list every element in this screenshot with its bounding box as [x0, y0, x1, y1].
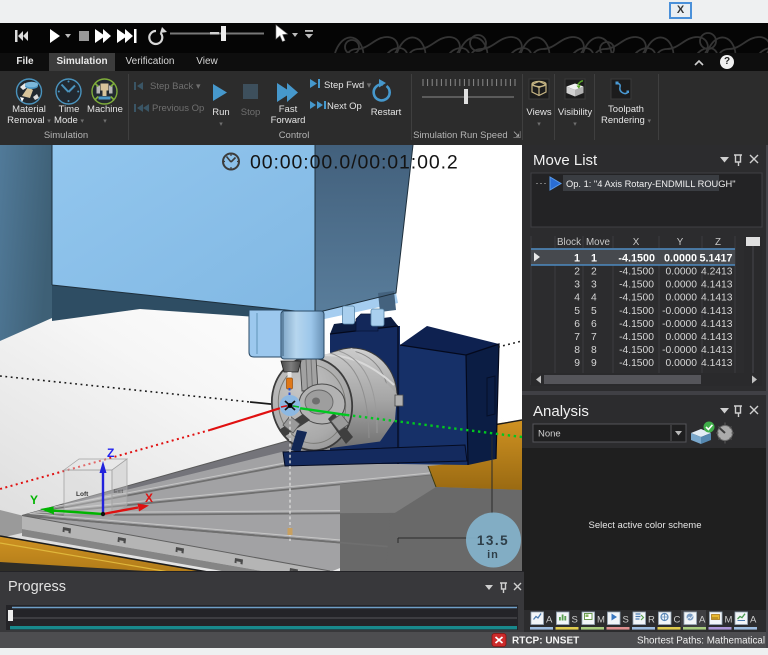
svg-text:-4.1500: -4.1500 [618, 253, 655, 265]
svg-text:5.1417: 5.1417 [699, 253, 732, 265]
svg-text:2: 2 [574, 267, 580, 278]
svg-text:8: 8 [574, 345, 580, 356]
svg-text:-0.0000: -0.0000 [662, 319, 697, 330]
svg-text:7: 7 [574, 332, 580, 343]
svg-text:S: S [572, 615, 578, 626]
svg-text:4.1413: 4.1413 [701, 319, 733, 330]
svg-text:7: 7 [591, 332, 597, 343]
svg-text:-4.1500: -4.1500 [619, 306, 654, 317]
svg-text:4: 4 [591, 293, 597, 304]
svg-text:A: A [699, 615, 706, 626]
svg-text:-0.0000: -0.0000 [662, 345, 697, 356]
svg-text:1: 1 [591, 253, 597, 265]
svg-text:4.1413: 4.1413 [701, 280, 733, 291]
svg-text:5: 5 [574, 306, 580, 317]
svg-text:A: A [546, 615, 553, 626]
svg-text:Loft: Loft [76, 491, 89, 498]
svg-text:-4.1500: -4.1500 [619, 267, 654, 278]
svg-text:C: C [674, 615, 681, 626]
svg-text:-0.0000: -0.0000 [662, 306, 697, 317]
svg-text:Y: Y [30, 493, 38, 507]
svg-text:4.1413: 4.1413 [701, 358, 733, 369]
svg-text:6: 6 [591, 319, 597, 330]
svg-text:0.0000: 0.0000 [664, 253, 697, 265]
svg-text:Shortest Paths: Mathematical: Shortest Paths: Mathematical [637, 636, 765, 647]
svg-text:Y: Y [677, 237, 684, 248]
svg-text:M: M [725, 615, 733, 626]
svg-text:Z: Z [107, 446, 114, 460]
svg-text:0.0000: 0.0000 [666, 267, 698, 278]
svg-text:9: 9 [574, 358, 580, 369]
svg-text:4.1413: 4.1413 [701, 306, 733, 317]
svg-text:Op. 1: "4 Axis Rotary-ENDMILL: Op. 1: "4 Axis Rotary-ENDMILL ROUGH" [566, 179, 736, 189]
svg-text:Select active color scheme: Select active color scheme [589, 520, 702, 531]
svg-text:1: 1 [574, 253, 580, 265]
svg-text:Block: Block [557, 237, 581, 248]
svg-text:Exit: Exit [114, 489, 124, 495]
svg-text:-4.1500: -4.1500 [619, 358, 654, 369]
svg-text:4.1413: 4.1413 [701, 293, 733, 304]
svg-text:2: 2 [591, 267, 597, 278]
svg-text:-4.1500: -4.1500 [619, 319, 654, 330]
svg-text:0.0000: 0.0000 [666, 280, 698, 291]
svg-text:0.0000: 0.0000 [666, 358, 698, 369]
svg-text:-4.1500: -4.1500 [619, 345, 654, 356]
svg-text:8: 8 [591, 345, 597, 356]
svg-text:A: A [750, 615, 757, 626]
svg-text:RTCP: UNSET: RTCP: UNSET [512, 636, 579, 647]
svg-text:5: 5 [591, 306, 597, 317]
svg-text:Z: Z [715, 237, 721, 248]
svg-text:6: 6 [574, 319, 580, 330]
svg-text:S: S [623, 615, 629, 626]
svg-text:0.0000: 0.0000 [666, 332, 698, 343]
svg-text:13.5: 13.5 [477, 533, 509, 548]
svg-text:3: 3 [574, 280, 580, 291]
svg-text:4.1413: 4.1413 [701, 332, 733, 343]
svg-text:Move: Move [586, 237, 611, 248]
svg-text:0.0000: 0.0000 [666, 293, 698, 304]
svg-text:M: M [597, 615, 605, 626]
svg-text:in: in [487, 549, 499, 561]
svg-text:4.1413: 4.1413 [701, 345, 733, 356]
svg-text:None: None [538, 429, 561, 440]
svg-text:4: 4 [574, 293, 580, 304]
svg-text:3: 3 [591, 280, 597, 291]
svg-text:X: X [633, 237, 640, 248]
svg-text:-4.1500: -4.1500 [619, 332, 654, 343]
svg-text:-4.1500: -4.1500 [619, 280, 654, 291]
svg-text:00:00:00.0/00:01:00.2: 00:00:00.0/00:01:00.2 [250, 152, 459, 174]
svg-text:R: R [648, 615, 655, 626]
svg-text:X: X [145, 491, 153, 505]
svg-text:9: 9 [591, 358, 597, 369]
svg-text:-4.1500: -4.1500 [619, 293, 654, 304]
svg-text:4.2413: 4.2413 [701, 267, 733, 278]
